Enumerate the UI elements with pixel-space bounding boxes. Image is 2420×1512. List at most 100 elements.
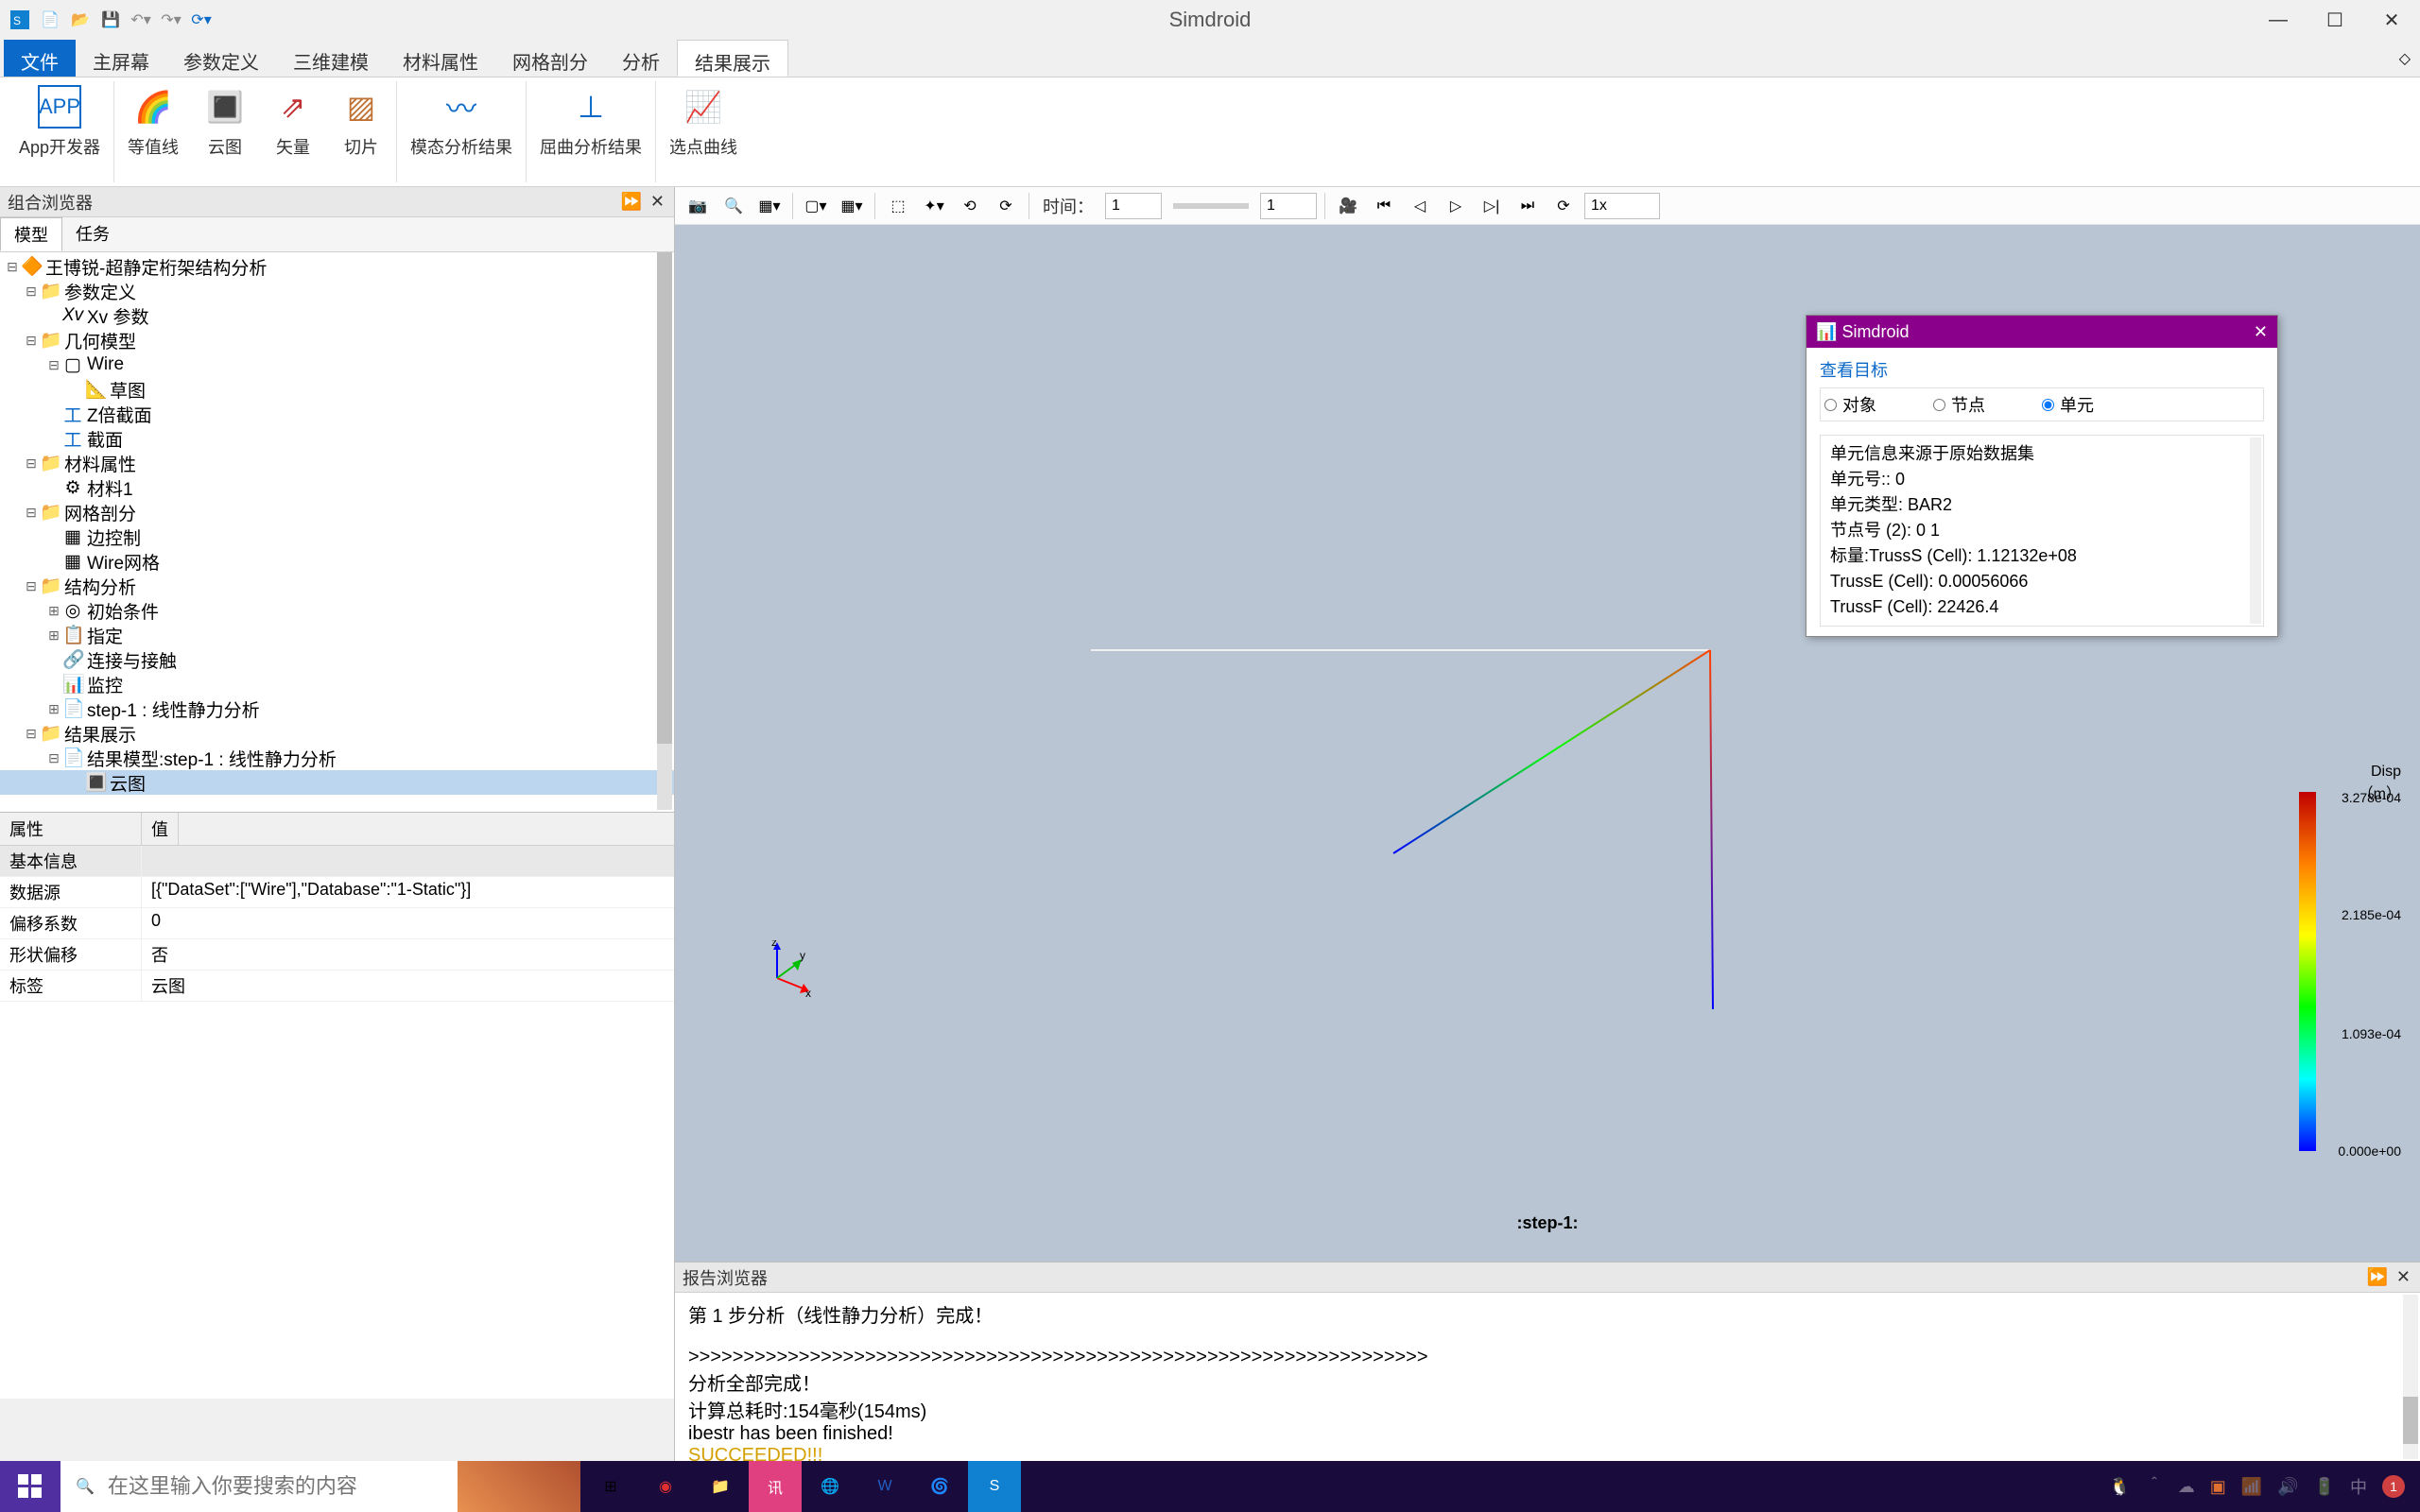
simdroid-app-icon[interactable]: S [968, 1461, 1021, 1512]
tree-mesh[interactable]: 网格剖分 [60, 500, 136, 525]
props-v-label[interactable]: 云图 [142, 971, 195, 1001]
start-button[interactable] [0, 1461, 60, 1512]
new-button[interactable]: 📄 [38, 8, 62, 32]
report-close-icon[interactable]: ✕ [2396, 1267, 2411, 1287]
tree-material1[interactable]: 材料1 [83, 475, 133, 501]
loop-icon[interactable]: ⟳ [1548, 191, 1579, 221]
app-icon[interactable]: S [8, 8, 32, 32]
save-button[interactable]: 💾 [98, 8, 123, 32]
tree-resultmodel[interactable]: 结果模型:step-1 : 线性静力分析 [83, 746, 337, 771]
speed-dropdown[interactable]: 1x [1584, 193, 1660, 219]
music-app-icon[interactable]: ◉ [639, 1461, 692, 1512]
refresh-button[interactable]: ⟳▾ [189, 8, 214, 32]
undo-button[interactable]: ↶▾ [129, 8, 153, 32]
sidebar-tab-tasks[interactable]: 任务 [62, 217, 123, 251]
tree-wiremesh[interactable]: Wire网格 [83, 549, 160, 575]
tree-wire[interactable]: Wire [83, 354, 124, 375]
tray-ime-icon[interactable]: 中 [2350, 1474, 2367, 1499]
tray-wifi-icon[interactable]: 📶 [2241, 1477, 2262, 1497]
tray-app-icon[interactable]: ▣ [2210, 1477, 2226, 1497]
tray-chevron-icon[interactable]: ＾ [2146, 1474, 2163, 1499]
tree-edge[interactable]: 边控制 [83, 524, 141, 550]
pink-app-icon[interactable]: 讯 [749, 1461, 802, 1512]
taskbar-widget[interactable] [458, 1461, 580, 1512]
time-spinner[interactable]: 1 [1105, 193, 1162, 219]
isoline-button[interactable]: 🌈等值线 [118, 81, 188, 163]
tree-contact[interactable]: 连接与接触 [83, 647, 177, 673]
props-v-shape[interactable]: 否 [142, 939, 178, 970]
radio-element[interactable]: 单元 [2042, 392, 2094, 417]
tree-step1[interactable]: step-1 : 线性静力分析 [83, 696, 260, 722]
contour-button[interactable]: 🔳云图 [194, 81, 256, 163]
report-body[interactable]: 第 1 步分析（线性静力分析）完成！ >>>>>>>>>>>>>>>>>>>>>… [675, 1293, 2420, 1461]
model-tree[interactable]: ⊟🔶王博锐-超静定桁架结构分析 ⊟📁参数定义 XvXv 参数 ⊟📁几何模型 ⊟▢… [0, 252, 674, 812]
minimize-button[interactable]: — [2250, 0, 2307, 40]
step-fwd-icon[interactable]: ▷| [1477, 191, 1507, 221]
close-button[interactable]: ✕ [2363, 0, 2420, 40]
camera-icon[interactable]: 📷 [683, 191, 713, 221]
zoom-icon[interactable]: 🔍 [718, 191, 749, 221]
edge-icon[interactable]: 🌐 [804, 1461, 856, 1512]
step-back-icon[interactable]: ◁ [1405, 191, 1435, 221]
tree-xv[interactable]: Xv 参数 [83, 303, 148, 329]
tree-results[interactable]: 结果展示 [60, 721, 136, 747]
tab-3dmodel[interactable]: 三维建模 [276, 40, 386, 77]
select-icon[interactable]: ⬚ [883, 191, 913, 221]
rotate-cw-icon[interactable]: ⟳ [991, 191, 1021, 221]
point-curve-button[interactable]: 📈选点曲线 [660, 81, 747, 163]
taskview-icon[interactable]: ⊞ [584, 1461, 637, 1512]
report-pin-icon[interactable]: ⏩ [2367, 1267, 2388, 1287]
skip-end-icon[interactable]: ⏭ [1512, 191, 1543, 221]
open-button[interactable]: 📂 [68, 8, 93, 32]
time-slider[interactable] [1173, 203, 1249, 209]
radio-object[interactable]: 对象 [1824, 392, 1876, 417]
skip-start-icon[interactable]: ⏮ [1369, 191, 1399, 221]
tree-monitor[interactable]: 监控 [83, 672, 123, 697]
redo-button[interactable]: ↷▾ [159, 8, 183, 32]
popup-titlebar[interactable]: 📊 Simdroid ✕ [1806, 316, 2277, 348]
tray-penguin-icon[interactable]: 🐧 [2109, 1477, 2130, 1497]
tab-home[interactable]: 主屏幕 [76, 40, 166, 77]
tab-material[interactable]: 材料属性 [386, 40, 495, 77]
tree-struct[interactable]: 结构分析 [60, 574, 136, 599]
search-input[interactable] [108, 1474, 442, 1499]
tree-material[interactable]: 材料属性 [60, 451, 136, 476]
notification-badge[interactable]: 1 [2382, 1475, 2405, 1498]
props-v-offset[interactable]: 0 [142, 908, 170, 938]
axes-icon[interactable]: ✦▾ [919, 191, 949, 221]
tree-sketch[interactable]: 草图 [106, 377, 146, 403]
rotate-ccw-icon[interactable]: ⟲ [955, 191, 985, 221]
tab-params[interactable]: 参数定义 [166, 40, 276, 77]
tree-contour-sel[interactable]: 云图 [106, 770, 146, 796]
sidebar-tab-model[interactable]: 模型 [0, 217, 62, 251]
tree-initial[interactable]: 初始条件 [83, 598, 159, 624]
modal-result-button[interactable]: 〰模态分析结果 [401, 81, 522, 163]
tab-analysis[interactable]: 分析 [605, 40, 677, 77]
tree-root[interactable]: 王博锐-超静定桁架结构分析 [42, 254, 267, 280]
tab-mesh[interactable]: 网格剖分 [495, 40, 605, 77]
buckling-result-button[interactable]: ⊥屈曲分析结果 [530, 81, 651, 163]
taskbar-search[interactable]: 🔍 [60, 1461, 458, 1512]
maximize-button[interactable]: ☐ [2307, 0, 2363, 40]
tree-geom[interactable]: 几何模型 [60, 328, 136, 353]
app-developer-button[interactable]: APPApp开发器 [9, 81, 110, 163]
frame-spinner[interactable]: 1 [1260, 193, 1317, 219]
tree-params[interactable]: 参数定义 [60, 279, 136, 304]
word-icon[interactable]: W [858, 1461, 911, 1512]
pin-icon[interactable]: ⏩ [621, 192, 642, 212]
colorgrid-icon[interactable]: ▦▾ [837, 191, 867, 221]
tree-section[interactable]: 截面 [83, 426, 123, 452]
collapse-ribbon-icon[interactable]: ◇ [2399, 49, 2411, 68]
play-icon[interactable]: ▷ [1441, 191, 1471, 221]
close-panel-icon[interactable]: ✕ [650, 192, 665, 212]
tray-volume-icon[interactable]: 🔊 [2277, 1477, 2298, 1497]
tree-scrollbar[interactable] [657, 252, 672, 810]
popup-close-icon[interactable]: ✕ [2254, 322, 2268, 342]
tree-section2[interactable]: Z倍截面 [83, 402, 152, 427]
slice-button[interactable]: ▨切片 [330, 81, 392, 163]
explorer-icon[interactable]: 📁 [694, 1461, 747, 1512]
tray-cloud-icon[interactable]: ☁ [2178, 1477, 2195, 1497]
report-scrollbar[interactable] [2403, 1295, 2418, 1459]
radio-node[interactable]: 节点 [1933, 392, 1985, 417]
tab-results[interactable]: 结果展示 [677, 40, 788, 77]
